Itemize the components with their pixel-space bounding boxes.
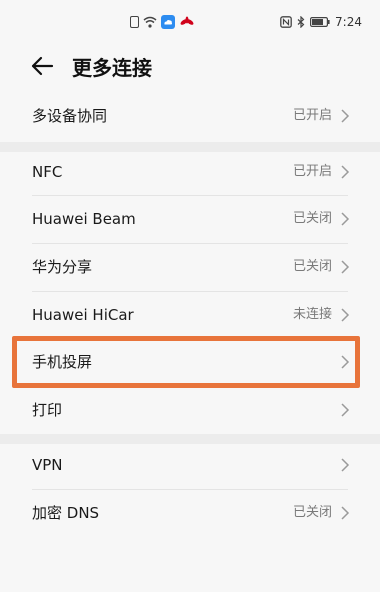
row-print[interactable]: 打印 <box>0 386 380 434</box>
chevron-right-icon <box>341 109 350 123</box>
status-bar: 7:24 <box>0 0 380 40</box>
row-status: 已关闭 <box>292 211 332 226</box>
page-title: 更多连接 <box>72 56 152 80</box>
huawei-flower-icon <box>179 16 195 28</box>
back-arrow-icon <box>31 56 54 76</box>
status-system-icons: 7:24 <box>280 14 362 30</box>
row-encrypted-dns[interactable]: 加密 DNS 已关闭 <box>0 489 380 537</box>
row-label: 打印 <box>32 401 63 419</box>
status-notification-icons <box>130 14 195 30</box>
wifi-icon <box>143 16 157 28</box>
chevron-right-icon <box>341 506 350 520</box>
chevron-right-icon <box>341 165 350 179</box>
chevron-right-icon <box>341 260 350 274</box>
row-status: 已开启 <box>292 164 332 179</box>
row-label: NFC <box>32 163 63 181</box>
row-label: Huawei HiCar <box>32 306 134 324</box>
row-status: 已关闭 <box>292 505 332 520</box>
row-status: 已关闭 <box>292 259 332 274</box>
page-header: 更多连接 <box>0 48 380 84</box>
row-label: 华为分享 <box>32 258 93 276</box>
row-huawei-share[interactable]: 华为分享 已关闭 <box>0 243 380 291</box>
row-label: 多设备协同 <box>32 107 108 125</box>
chevron-right-icon <box>341 308 350 322</box>
chevron-right-icon <box>341 403 350 417</box>
row-multi-device-collab[interactable]: 多设备协同 已开启 <box>0 92 380 140</box>
row-nfc[interactable]: NFC 已开启 <box>0 148 380 196</box>
battery-icon <box>310 17 330 27</box>
row-label: VPN <box>32 456 63 474</box>
row-label: Huawei Beam <box>32 210 136 228</box>
highlight-box <box>12 336 360 388</box>
row-label: 加密 DNS <box>32 504 100 522</box>
row-status: 未连接 <box>292 307 332 322</box>
row-vpn[interactable]: VPN <box>0 441 380 489</box>
chevron-right-icon <box>341 212 350 226</box>
row-huawei-beam[interactable]: Huawei Beam 已关闭 <box>0 195 380 243</box>
clock-time: 7:24 <box>335 15 362 29</box>
row-status: 已开启 <box>292 108 332 123</box>
nfc-icon <box>280 16 292 28</box>
sim-icon <box>130 16 139 28</box>
row-huawei-hicar[interactable]: Huawei HiCar 未连接 <box>0 291 380 339</box>
cloud-icon <box>161 15 175 29</box>
back-button[interactable] <box>30 54 54 78</box>
chevron-right-icon <box>341 458 350 472</box>
bluetooth-icon <box>297 16 305 28</box>
